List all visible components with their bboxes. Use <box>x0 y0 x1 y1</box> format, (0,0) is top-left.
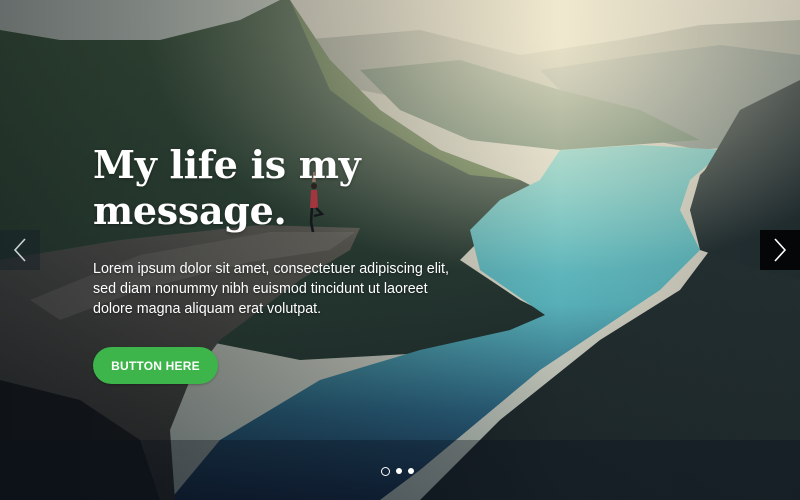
slide-description: Lorem ipsum dolor sit amet, consectetuer… <box>93 261 449 317</box>
chevron-right-icon <box>774 238 787 262</box>
slide-headline: My life is my message. <box>93 142 361 233</box>
slide-dot-1[interactable] <box>381 466 390 476</box>
previous-slide-button[interactable] <box>0 230 40 270</box>
cta-button[interactable]: BUTTON HERE <box>93 347 218 384</box>
hero-slider: My life is my message. Lorem ipsum dolor… <box>0 0 800 500</box>
text-overlay-shade <box>0 0 800 500</box>
chevron-left-icon <box>13 238 26 262</box>
slide-dot-2[interactable] <box>396 468 402 474</box>
slide-dot-3[interactable] <box>408 468 414 474</box>
next-slide-button[interactable] <box>760 230 800 270</box>
slide-pagination <box>381 466 414 476</box>
